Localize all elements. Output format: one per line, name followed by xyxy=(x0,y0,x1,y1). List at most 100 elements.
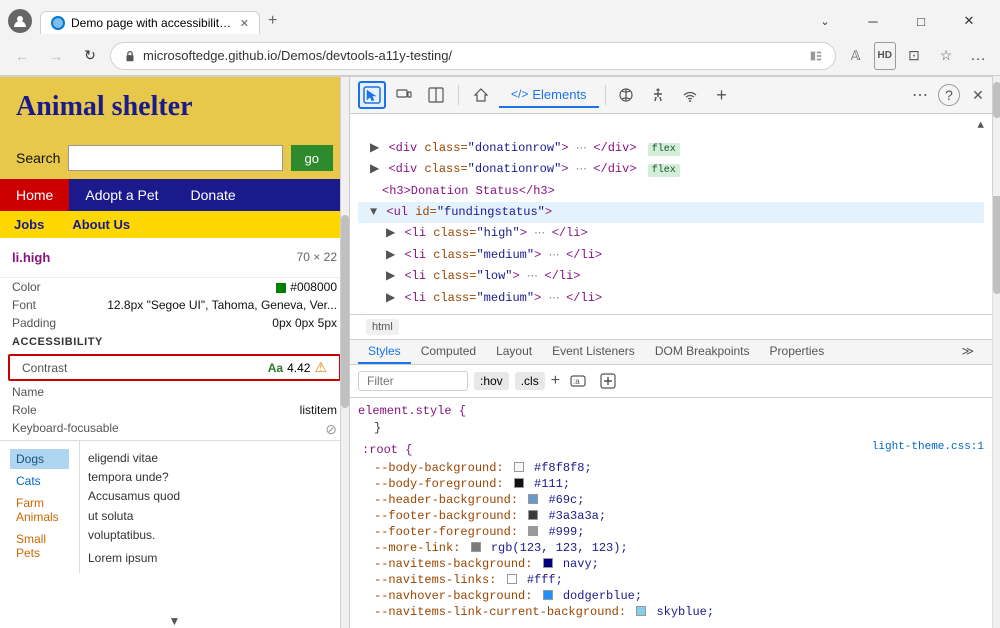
class-filter-button[interactable]: .cls xyxy=(515,372,545,390)
padding-property: Padding 0px 0px 5px xyxy=(0,314,349,332)
dom-line-4[interactable]: ▼ <ul id="fundingstatus"> xyxy=(358,202,984,223)
nav-right-icons: 𝔸 HD ⊡ ☆ … xyxy=(842,42,992,70)
root-selector[interactable]: :root { xyxy=(358,441,416,459)
device-emulation-button[interactable] xyxy=(390,81,418,109)
dom-line-7[interactable]: ▶ <li class="low"> ⋯ </li> xyxy=(358,266,984,288)
color-swatch[interactable] xyxy=(471,542,481,552)
hover-filter-button[interactable]: :hov xyxy=(474,372,509,390)
color-swatch[interactable] xyxy=(543,558,553,568)
css-closing-brace: } xyxy=(354,420,988,436)
hd-icon[interactable]: HD xyxy=(874,42,896,70)
minimize-button[interactable]: ─ xyxy=(850,6,896,36)
dom-line-5[interactable]: ▶ <li class="high"> ⋯ </li> xyxy=(358,223,984,245)
cats-item[interactable]: Cats xyxy=(10,471,69,491)
expand-icon[interactable]: ▼ xyxy=(370,205,377,219)
refresh-button[interactable]: ↻ xyxy=(76,42,104,70)
tab-layout[interactable]: Layout xyxy=(486,340,542,364)
split-pane-icon xyxy=(428,87,444,103)
css-rules-panel: element.style { } :root { light-theme.cs… xyxy=(350,398,992,628)
tab-elements[interactable]: </> Elements xyxy=(499,83,599,108)
new-tab-button[interactable]: + xyxy=(260,8,285,34)
color-swatch[interactable] xyxy=(636,606,646,616)
dom-line-3[interactable]: <h3>Donation Status</h3> xyxy=(358,181,984,202)
read-aloud-icon[interactable]: 𝔸 xyxy=(842,42,870,70)
expand-icon[interactable]: ▶ xyxy=(370,141,379,155)
sub-nav-jobs[interactable]: Jobs xyxy=(0,211,58,238)
add-style-rule-button[interactable]: + xyxy=(551,372,560,390)
dom-tag: <div xyxy=(388,162,424,176)
toggle-element-state-button[interactable]: :a xyxy=(566,369,590,393)
expand-icon[interactable]: ▶ xyxy=(386,291,395,305)
add-to-collection-icon[interactable]: ⊡ xyxy=(900,42,928,70)
more-options-button[interactable]: ⋯ xyxy=(906,81,934,109)
css-selector[interactable]: element.style { xyxy=(354,402,988,420)
nav-item-adopt[interactable]: Adopt a Pet xyxy=(69,179,174,211)
search-input[interactable] xyxy=(68,145,282,171)
go-button[interactable]: go xyxy=(291,145,333,171)
home-button[interactable] xyxy=(467,81,495,109)
color-swatch[interactable] xyxy=(528,494,538,504)
tab-event-listeners[interactable]: Event Listeners xyxy=(542,340,645,364)
dom-line-2[interactable]: ▶ <div class="donationrow"> ⋯ </div> fle… xyxy=(358,159,984,181)
expand-icon[interactable]: ▶ xyxy=(386,226,395,240)
address-bar[interactable]: microsoftedge.github.io/Demos/devtools-a… xyxy=(110,42,836,70)
tab-computed[interactable]: Computed xyxy=(411,340,486,364)
expand-icon[interactable]: ▶ xyxy=(386,269,395,283)
dom-tag: <li xyxy=(404,248,433,262)
color-swatch[interactable] xyxy=(514,462,524,472)
new-style-rule-button[interactable] xyxy=(596,369,620,393)
accessibility-button[interactable] xyxy=(644,81,672,109)
dom-line-8[interactable]: ▶ <li class="medium"> ⋯ </li> xyxy=(358,288,984,310)
wifi-icon-button[interactable] xyxy=(676,81,704,109)
settings-menu-button[interactable]: ⌄ xyxy=(802,6,848,36)
devtools-content-area: ▲ ▶ <div class="donationrow"> ⋯ </div> f… xyxy=(350,114,992,628)
css-file-link[interactable]: light-theme.css:1 xyxy=(872,441,984,459)
more-tabs-button[interactable]: ≫ xyxy=(951,340,984,364)
css-prop-more-link: --more-link: rgb(123, 123, 123); xyxy=(354,540,988,556)
nav-item-home[interactable]: Home xyxy=(0,179,69,211)
split-pane-button[interactable] xyxy=(422,81,450,109)
color-swatch[interactable] xyxy=(507,574,517,584)
close-devtools-button[interactable]: ✕ xyxy=(964,81,992,109)
forward-button[interactable]: → xyxy=(42,42,70,70)
browser-menu-icon[interactable]: … xyxy=(964,42,992,70)
sub-nav-about[interactable]: About Us xyxy=(58,211,144,238)
emulation-button[interactable] xyxy=(612,81,640,109)
browser-chrome: Demo page with accessibility iss ✕ + ⌄ ─… xyxy=(0,0,1000,77)
color-swatch[interactable] xyxy=(543,590,553,600)
expand-icon[interactable]: ▶ xyxy=(370,162,379,176)
tab-dom-breakpoints[interactable]: DOM Breakpoints xyxy=(645,340,760,364)
help-button[interactable]: ? xyxy=(938,84,960,106)
dom-tag: <li xyxy=(404,291,433,305)
browser-tab[interactable]: Demo page with accessibility iss ✕ xyxy=(40,11,260,34)
back-button[interactable]: ← xyxy=(8,42,36,70)
scroll-down-indicator: ▼ xyxy=(169,614,181,628)
user-avatar[interactable] xyxy=(8,9,32,33)
dom-line-6[interactable]: ▶ <li class="medium"> ⋯ </li> xyxy=(358,245,984,267)
devtools-panel: </> Elements xyxy=(350,77,1000,628)
favorites-icon[interactable]: ☆ xyxy=(932,42,960,70)
color-swatch[interactable] xyxy=(514,478,524,488)
dogs-item[interactable]: Dogs xyxy=(10,449,69,469)
tab-properties[interactable]: Properties xyxy=(760,340,835,364)
css-prop-navitems-bg: --navitems-background: navy; xyxy=(354,556,988,572)
farm-animals-item[interactable]: Farm Animals xyxy=(10,493,69,527)
tab-close-button[interactable]: ✕ xyxy=(240,17,249,30)
close-button[interactable]: ✕ xyxy=(946,6,992,36)
styles-filter-input[interactable] xyxy=(358,371,468,391)
dom-line-1[interactable]: ▶ <div class="donationrow"> ⋯ </div> fle… xyxy=(358,138,984,160)
expand-icon[interactable]: ▶ xyxy=(386,248,395,262)
small-pets-item[interactable]: Small Pets xyxy=(10,529,69,563)
add-rule-icon xyxy=(600,373,616,389)
color-swatch[interactable] xyxy=(528,526,538,536)
element-info: li.high 70 × 22 xyxy=(0,238,349,278)
tab-styles[interactable]: Styles xyxy=(358,340,411,364)
add-tab-button[interactable]: + xyxy=(708,81,736,109)
color-swatch[interactable] xyxy=(528,510,538,520)
restore-button[interactable]: □ xyxy=(898,6,944,36)
svg-text::a: :a xyxy=(573,377,580,386)
nav-item-donate[interactable]: Donate xyxy=(175,179,252,211)
navigation-bar: ← → ↻ microsoftedge.github.io/Demos/devt… xyxy=(0,36,1000,76)
emulation-icon xyxy=(618,87,634,103)
inspect-element-button[interactable] xyxy=(358,81,386,109)
